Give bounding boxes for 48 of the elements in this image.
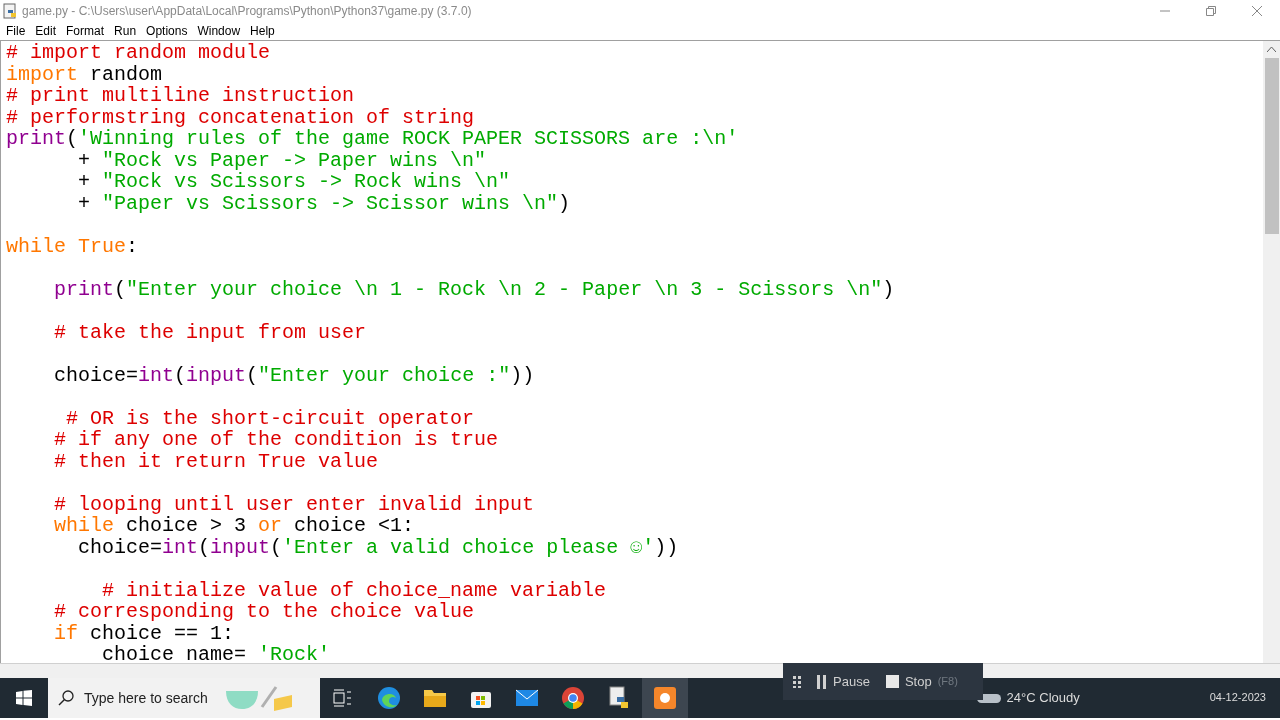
code-line: # then it return True value xyxy=(54,450,379,472)
code-line: # OR is the short-circuit operator xyxy=(66,407,475,429)
code-line: if choice == 1: xyxy=(54,622,235,644)
date-text: 04-12-2023 xyxy=(1209,690,1266,706)
menu-item[interactable]: Edit xyxy=(35,22,57,40)
menu-item[interactable]: Format xyxy=(66,22,105,40)
code-line: # if any one of the condition is true xyxy=(54,429,499,451)
search-placeholder: Type here to search xyxy=(84,688,208,708)
code-line: choice=int(input("Enter your choice :")) xyxy=(54,364,535,386)
code-line: # take the input from user xyxy=(54,321,367,343)
pause-icon xyxy=(817,674,827,689)
code-line: print("Enter your choice \n 1 - Rock \n 2 - Paper \n 3 - Scissors \n") xyxy=(54,278,895,300)
code-line: # import random module xyxy=(6,42,271,64)
scroll-up-icon xyxy=(1267,46,1276,52)
recorder-icon[interactable] xyxy=(642,678,688,718)
menu-item[interactable]: Window xyxy=(197,22,241,40)
stop-icon xyxy=(885,675,899,688)
weather-text: 24°C Cloudy xyxy=(1006,689,1080,708)
code-line: # initialize value of choice_name variable xyxy=(102,579,607,601)
code-line: # looping until user enter invalid input xyxy=(54,493,535,515)
menu-item[interactable]: Options xyxy=(146,22,188,40)
code-line: # corresponding to the choice value xyxy=(54,601,475,623)
windows-logo-icon xyxy=(16,690,32,706)
code-line: choice=int(input('Enter a valid choice please ☺')) xyxy=(78,536,679,558)
code-line: import random xyxy=(6,63,163,85)
menu-item[interactable]: Run xyxy=(114,22,137,40)
code-line: + "Rock vs Paper -> Paper wins \n" xyxy=(78,149,487,171)
code-line: # print multiline instruction xyxy=(6,85,355,107)
pause-button[interactable]: Pause xyxy=(817,671,870,692)
restore-icon xyxy=(1206,6,1216,16)
code-line: while choice > 3 or choice <1: xyxy=(54,515,415,537)
code-line: choice name= 'Rock' xyxy=(102,644,331,663)
code-line: # performstring concatenation of string xyxy=(6,106,475,128)
code-line: + "Paper vs Scissors -> Scissor wins \n") xyxy=(78,192,571,214)
menu-item[interactable]: Help xyxy=(250,22,275,40)
close-icon xyxy=(1252,6,1262,16)
menu-item[interactable]: File xyxy=(6,22,26,40)
search-icon xyxy=(58,690,74,706)
drag-handle-icon[interactable] xyxy=(793,675,801,688)
python-file-icon xyxy=(3,3,18,19)
code-line: + "Rock vs Scissors -> Rock wins \n" xyxy=(78,171,511,193)
scrollbar[interactable] xyxy=(1263,41,1280,663)
scrollbar-thumb[interactable] xyxy=(1264,58,1279,234)
code-line: while True: xyxy=(6,235,139,257)
search-field[interactable]: Type here to search xyxy=(48,678,320,718)
code-line: print('Winning rules of the game ROCK PAPER SCISSORS are :\n' xyxy=(6,128,739,150)
window-title: game.py - C:\Users\user\AppData\Local\Programs\Python\Python37\game.py (3.7.0) xyxy=(22,3,472,20)
stop-button[interactable]: Stop (F8) xyxy=(885,671,958,692)
